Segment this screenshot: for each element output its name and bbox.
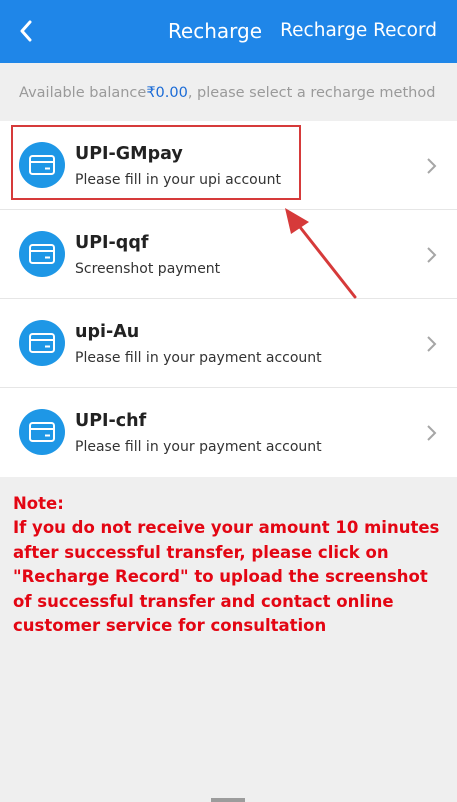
card-icon bbox=[19, 409, 65, 455]
balance-amount: ₹0.00 bbox=[146, 85, 188, 101]
method-upi-chf[interactable]: UPI-chf Please fill in your payment acco… bbox=[0, 388, 457, 477]
balance-suffix: , please select a recharge method bbox=[187, 85, 436, 101]
card-icon bbox=[19, 142, 65, 188]
method-name: upi-Au bbox=[75, 322, 140, 342]
method-name: UPI-qqf bbox=[75, 233, 149, 253]
bottom-handle bbox=[211, 798, 245, 802]
balance-info: Available balance₹0.00, please select a … bbox=[0, 63, 457, 121]
recharge-record-button[interactable]: Recharge Record bbox=[280, 18, 437, 44]
method-description: Screenshot payment bbox=[75, 261, 221, 277]
balance-prefix: Available balance bbox=[19, 85, 147, 101]
notice-text: Note: If you do not receive your amount … bbox=[13, 492, 443, 638]
chevron-right-icon bbox=[427, 425, 437, 441]
chevron-right-icon bbox=[427, 336, 437, 352]
card-icon bbox=[19, 320, 65, 366]
method-description: Please fill in your upi account bbox=[75, 172, 281, 188]
recharge-method-list: UPI-GMpay Please fill in your upi accoun… bbox=[0, 121, 457, 477]
chevron-right-icon bbox=[427, 247, 437, 263]
note-title: Note: bbox=[13, 494, 64, 513]
method-description: Please fill in your payment account bbox=[75, 439, 322, 455]
chevron-left-icon bbox=[20, 20, 32, 42]
back-button[interactable] bbox=[10, 14, 42, 48]
method-upi-qqf[interactable]: UPI-qqf Screenshot payment bbox=[0, 210, 457, 299]
method-upi-au[interactable]: upi-Au Please fill in your payment accou… bbox=[0, 299, 457, 388]
card-icon bbox=[19, 231, 65, 277]
method-upi-gmpay[interactable]: UPI-GMpay Please fill in your upi accoun… bbox=[0, 121, 457, 210]
page-title: Recharge bbox=[167, 19, 263, 43]
method-description: Please fill in your payment account bbox=[75, 350, 322, 366]
note-body: If you do not receive your amount 10 min… bbox=[13, 518, 440, 636]
method-name: UPI-chf bbox=[75, 411, 147, 431]
chevron-right-icon bbox=[427, 158, 437, 174]
top-bar: Recharge Recharge Record bbox=[0, 0, 457, 63]
method-name: UPI-GMpay bbox=[75, 144, 183, 164]
